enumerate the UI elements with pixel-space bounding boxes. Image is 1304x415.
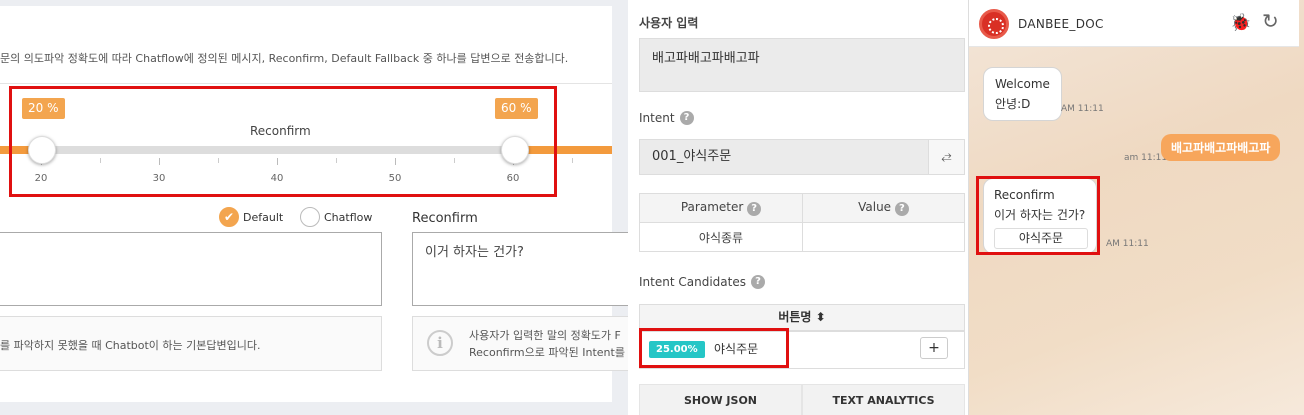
table-row: 야식종류 bbox=[639, 222, 965, 252]
highlight-box bbox=[639, 328, 789, 368]
description-text: 문의 의도파악 정확도에 따라 Chatflow에 정의된 메시지, Recon… bbox=[0, 52, 569, 65]
value-column-header: Value ? bbox=[802, 193, 965, 223]
default-fallback-textarea[interactable] bbox=[0, 232, 382, 306]
reconfirm-textarea[interactable]: 이거 하자는 건가? bbox=[412, 232, 628, 306]
help-icon[interactable]: ? bbox=[747, 202, 762, 216]
refresh-icon[interactable]: ↻ bbox=[1262, 9, 1279, 33]
candidates-label-text: Intent Candidates bbox=[639, 275, 746, 289]
help-icon[interactable]: ? bbox=[750, 275, 765, 289]
radio-chatflow-label: Chatflow bbox=[324, 210, 373, 224]
analysis-panel: 사용자 입력 배고파배고파배고파 Intent ? 001_야식주문 ⥄ Par… bbox=[628, 0, 968, 415]
user-input-label-text: 사용자 입력 bbox=[639, 16, 699, 30]
swap-icon[interactable]: ⥄ bbox=[928, 139, 965, 175]
reconfirm-label: Reconfirm bbox=[412, 211, 478, 226]
logo-icon bbox=[979, 9, 1009, 39]
highlight-box bbox=[9, 86, 557, 197]
bot-message-welcome: Welcome 안녕:D bbox=[983, 67, 1062, 121]
radio-empty-icon bbox=[300, 207, 320, 227]
radio-default-label: Default bbox=[243, 210, 284, 224]
intent-label: Intent ? bbox=[639, 111, 694, 125]
chat-window: DANBEE_DOC 🐞 ↻ Welcome 안녕:D AM 11:11 am … bbox=[968, 0, 1304, 415]
parameter-table: Parameter ? Value ? 야식종류 bbox=[639, 193, 965, 252]
highlight-box bbox=[976, 176, 1100, 255]
candidates-sort-header[interactable]: 버튼명 ⬍ bbox=[639, 304, 965, 331]
user-input-label: 사용자 입력 bbox=[639, 14, 698, 31]
info-icon: i bbox=[427, 330, 453, 356]
parameter-column-header: Parameter ? bbox=[639, 193, 803, 223]
bot-message-line: 안녕:D bbox=[995, 97, 1031, 111]
reconfirm-info-text: 사용자가 입력한 말의 정확도가 F Reconfirm으로 파악된 Inten… bbox=[469, 327, 625, 361]
message-timestamp: am 11:11 bbox=[1124, 153, 1168, 163]
default-info-text: 를 파악하지 못했을 때 Chatbot이 하는 기본답변입니다. bbox=[0, 339, 261, 352]
settings-panel: 문의 의도파악 정확도에 따라 Chatflow에 정의된 메시지, Recon… bbox=[0, 0, 628, 415]
radio-chatflow[interactable]: Chatflow bbox=[300, 207, 372, 227]
tick bbox=[572, 158, 573, 163]
bot-message-line: Welcome bbox=[995, 77, 1050, 91]
chat-title: DANBEE_DOC bbox=[1018, 17, 1104, 31]
chat-header: DANBEE_DOC 🐞 ↻ bbox=[969, 0, 1299, 47]
reconfirm-info-line1: 사용자가 입력한 말의 정확도가 F bbox=[469, 329, 621, 342]
candidates-label: Intent Candidates ? bbox=[639, 275, 765, 289]
reconfirm-info-line2: Reconfirm으로 파악된 Intent를 bbox=[469, 346, 625, 359]
user-message: 배고파배고파배고파 bbox=[1161, 134, 1281, 161]
bug-icon[interactable]: 🐞 bbox=[1230, 13, 1251, 33]
show-json-button[interactable]: SHOW JSON bbox=[639, 384, 802, 415]
help-icon[interactable]: ? bbox=[894, 202, 909, 216]
reconfirm-info-box: i 사용자가 입력한 말의 정확도가 F Reconfirm으로 파악된 Int… bbox=[412, 316, 628, 371]
value-header-text: Value bbox=[858, 200, 892, 214]
intent-label-text: Intent bbox=[639, 111, 675, 125]
text-analytics-button[interactable]: TEXT ANALYTICS bbox=[802, 384, 965, 415]
parameter-table-header: Parameter ? Value ? bbox=[639, 193, 965, 223]
message-timestamp: AM 11:11 bbox=[1106, 239, 1149, 249]
user-input-value: 배고파배고파배고파 bbox=[639, 38, 965, 92]
check-icon: ✔ bbox=[219, 207, 239, 227]
help-icon[interactable]: ? bbox=[679, 111, 694, 125]
intent-value: 001_야식주문 bbox=[639, 139, 929, 175]
add-candidate-button[interactable]: + bbox=[920, 337, 948, 359]
parameter-cell: 야식종류 bbox=[639, 222, 803, 252]
radio-default[interactable]: ✔ Default bbox=[219, 207, 283, 227]
screen: 문의 의도파악 정확도에 따라 Chatflow에 정의된 메시지, Recon… bbox=[0, 0, 1304, 415]
value-cell bbox=[802, 222, 965, 252]
divider bbox=[0, 83, 612, 84]
message-timestamp: AM 11:11 bbox=[1061, 104, 1104, 114]
parameter-header-text: Parameter bbox=[680, 200, 744, 214]
